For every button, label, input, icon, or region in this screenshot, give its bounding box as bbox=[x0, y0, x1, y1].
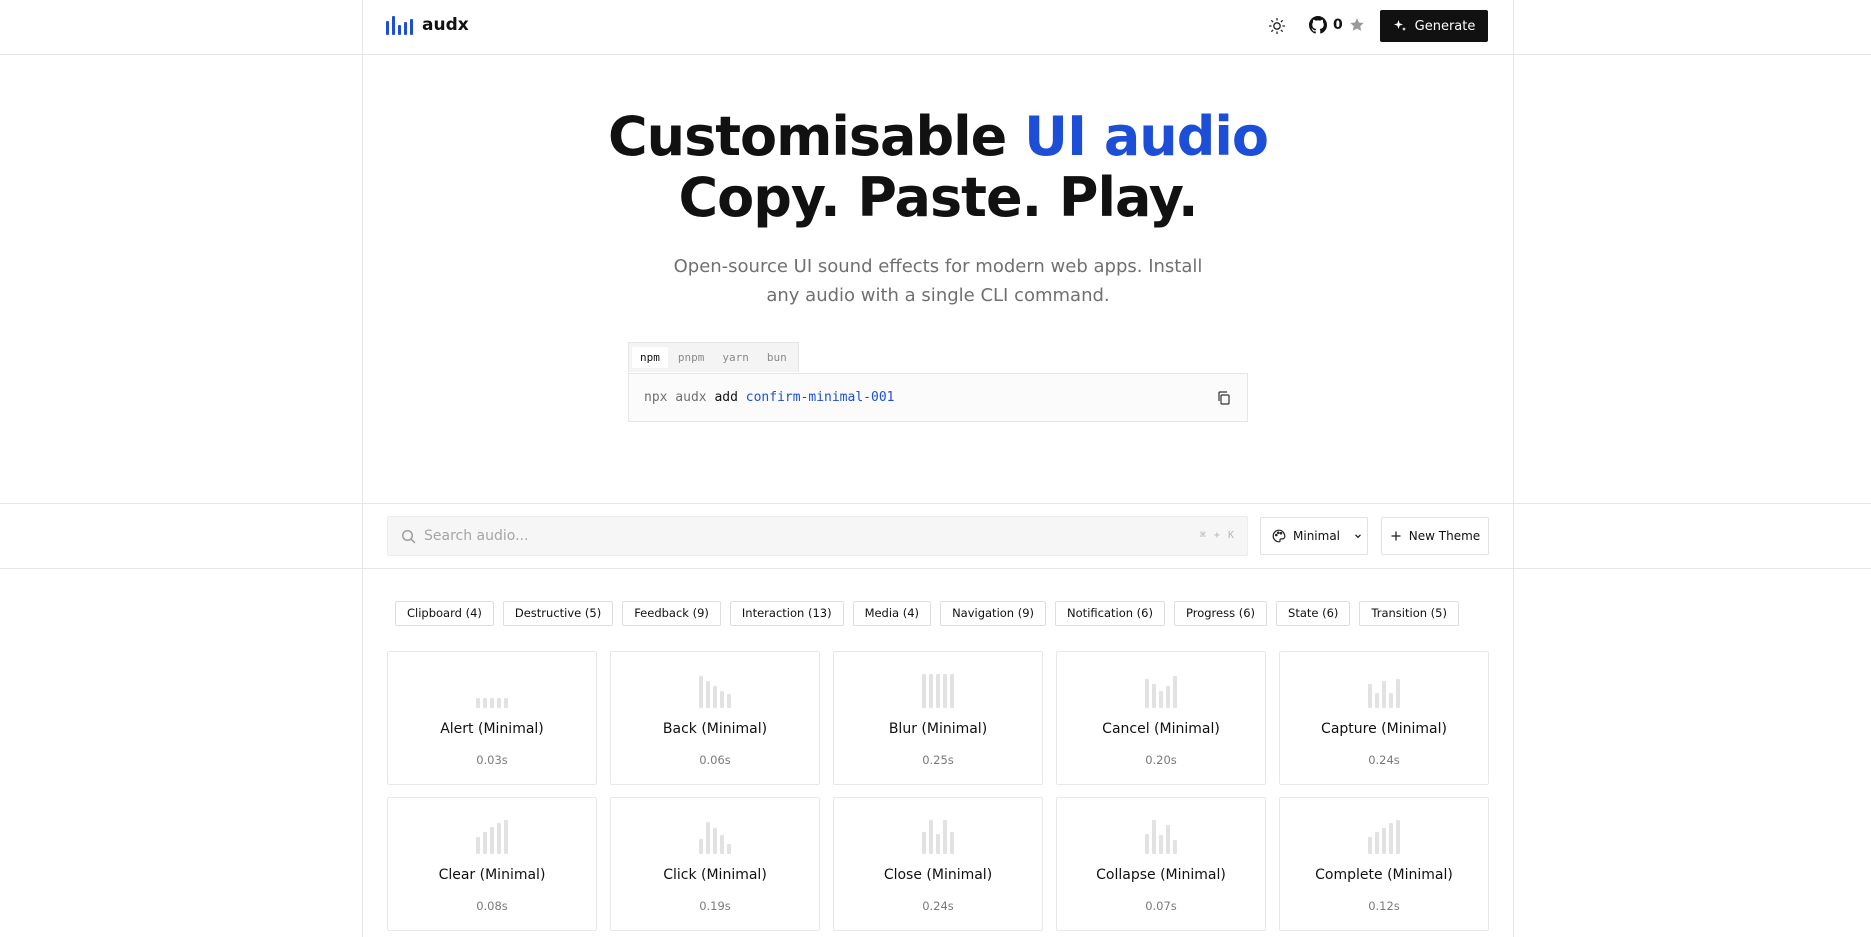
search-shortcut: ⌘ + K bbox=[1199, 530, 1235, 541]
new-theme-label: New Theme bbox=[1408, 529, 1481, 543]
github-icon bbox=[1309, 16, 1327, 34]
search-bar: ⌘ + K bbox=[387, 516, 1248, 556]
github-star-count: 0 bbox=[1333, 17, 1343, 33]
chevron-down-icon bbox=[1355, 534, 1361, 539]
waveform-icon bbox=[834, 820, 1042, 854]
cmd-verb: add bbox=[714, 390, 738, 405]
logo-icon bbox=[386, 15, 413, 35]
waveform-icon bbox=[1057, 674, 1265, 708]
category-filters: Clipboard (4) Destructive (5) Feedback (9)… bbox=[395, 601, 1459, 626]
hero-title: Customisable UI audio Copy. Paste. Play. bbox=[363, 106, 1513, 228]
sound-card[interactable]: Capture (Minimal) 0.24s bbox=[1279, 651, 1489, 785]
category-chip[interactable]: Navigation (9) bbox=[940, 601, 1047, 626]
sound-card[interactable]: Click (Minimal) 0.19s bbox=[610, 797, 820, 931]
hero-title-part1: Customisable bbox=[608, 105, 1025, 168]
sound-duration: 0.20s bbox=[1145, 753, 1177, 767]
tab-yarn[interactable]: yarn bbox=[714, 347, 757, 368]
github-link[interactable]: 0 bbox=[1309, 16, 1365, 34]
header-divider bbox=[0, 54, 1871, 55]
waveform-icon bbox=[1280, 820, 1488, 854]
search-icon bbox=[401, 529, 416, 544]
install-command: npx audx add confirm-minimal-001 bbox=[644, 390, 894, 405]
copy-button[interactable] bbox=[1215, 389, 1233, 407]
waveform-icon bbox=[611, 820, 819, 854]
waveform-icon bbox=[1280, 674, 1488, 708]
sound-name: Close (Minimal) bbox=[883, 867, 993, 883]
sound-card[interactable]: Back (Minimal) 0.06s bbox=[610, 651, 820, 785]
plus-icon bbox=[1391, 531, 1401, 541]
generate-button[interactable]: Generate bbox=[1380, 10, 1488, 42]
new-theme-button[interactable]: New Theme bbox=[1381, 517, 1489, 555]
palette-icon bbox=[1272, 529, 1286, 543]
category-chip[interactable]: Transition (5) bbox=[1359, 601, 1459, 626]
copy-icon bbox=[1218, 391, 1230, 405]
sound-duration: 0.19s bbox=[699, 899, 731, 913]
cmd-package: confirm-minimal-001 bbox=[745, 390, 895, 405]
waveform-icon bbox=[1057, 820, 1265, 854]
install-command-box: npx audx add confirm-minimal-001 bbox=[628, 373, 1248, 422]
sound-duration: 0.06s bbox=[699, 753, 731, 767]
sound-duration: 0.24s bbox=[1368, 753, 1400, 767]
waveform-icon bbox=[388, 674, 596, 708]
sound-duration: 0.24s bbox=[922, 899, 954, 913]
sound-card[interactable]: Clear (Minimal) 0.08s bbox=[387, 797, 597, 931]
header: audx 0 Generate bbox=[363, 0, 1513, 54]
category-chip[interactable]: Feedback (9) bbox=[622, 601, 721, 626]
tab-npm[interactable]: npm bbox=[632, 347, 668, 368]
theme-select[interactable]: Minimal bbox=[1260, 517, 1368, 555]
cmd-runner: npx audx bbox=[644, 390, 707, 405]
sound-card[interactable]: Blur (Minimal) 0.25s bbox=[833, 651, 1043, 785]
theme-toggle[interactable] bbox=[1268, 17, 1286, 35]
sun-icon bbox=[1268, 17, 1286, 35]
category-chip[interactable]: Interaction (13) bbox=[729, 601, 844, 626]
logo[interactable]: audx bbox=[386, 15, 469, 35]
sound-name: Alert (Minimal) bbox=[440, 721, 544, 737]
hero-title-line2: Copy. Paste. Play. bbox=[678, 166, 1198, 229]
toolbar-top-divider bbox=[0, 503, 1871, 504]
sound-name: Collapse (Minimal) bbox=[1096, 867, 1226, 883]
sound-name: Cancel (Minimal) bbox=[1102, 721, 1220, 737]
sound-grid: Alert (Minimal) 0.03s Back (Minimal) 0.06s B… bbox=[387, 651, 1490, 931]
sound-card[interactable]: Alert (Minimal) 0.03s bbox=[387, 651, 597, 785]
category-chip[interactable]: Clipboard (4) bbox=[395, 601, 494, 626]
category-chip[interactable]: Destructive (5) bbox=[502, 601, 614, 626]
sound-name: Clear (Minimal) bbox=[438, 867, 546, 883]
sound-duration: 0.07s bbox=[1145, 899, 1177, 913]
sound-card[interactable]: Collapse (Minimal) 0.07s bbox=[1056, 797, 1266, 931]
category-chip[interactable]: Progress (6) bbox=[1173, 601, 1268, 626]
sound-duration: 0.03s bbox=[476, 753, 508, 767]
sound-name: Capture (Minimal) bbox=[1321, 721, 1447, 737]
sound-name: Blur (Minimal) bbox=[888, 721, 988, 737]
sound-name: Complete (Minimal) bbox=[1315, 867, 1453, 883]
generate-label: Generate bbox=[1414, 18, 1476, 34]
sound-card[interactable]: Close (Minimal) 0.24s bbox=[833, 797, 1043, 931]
sound-name: Back (Minimal) bbox=[662, 721, 768, 737]
sound-name: Click (Minimal) bbox=[663, 867, 767, 883]
category-chip[interactable]: Media (4) bbox=[852, 601, 932, 626]
category-chip[interactable]: Notification (6) bbox=[1055, 601, 1165, 626]
hero-subtitle: Open-source UI sound effects for modern … bbox=[673, 256, 1203, 306]
tab-bun[interactable]: bun bbox=[759, 347, 795, 368]
waveform-icon bbox=[834, 674, 1042, 708]
sound-duration: 0.12s bbox=[1368, 899, 1400, 913]
sound-duration: 0.25s bbox=[922, 753, 954, 767]
waveform-icon bbox=[611, 674, 819, 708]
logo-text: audx bbox=[422, 15, 469, 35]
category-chip[interactable]: State (6) bbox=[1276, 601, 1351, 626]
star-icon bbox=[1350, 18, 1364, 31]
theme-select-value: Minimal bbox=[1293, 529, 1341, 543]
sparkles-icon bbox=[1393, 20, 1406, 31]
search-input[interactable] bbox=[424, 525, 1124, 547]
sound-duration: 0.08s bbox=[476, 899, 508, 913]
sound-card[interactable]: Complete (Minimal) 0.12s bbox=[1279, 797, 1489, 931]
tab-pnpm[interactable]: pnpm bbox=[670, 347, 713, 368]
waveform-icon bbox=[388, 820, 596, 854]
hero-title-accent: UI audio bbox=[1024, 105, 1269, 168]
package-manager-tabs: npm pnpm yarn bun bbox=[628, 342, 799, 372]
sound-card[interactable]: Cancel (Minimal) 0.20s bbox=[1056, 651, 1266, 785]
toolbar-bottom-divider bbox=[0, 568, 1871, 569]
